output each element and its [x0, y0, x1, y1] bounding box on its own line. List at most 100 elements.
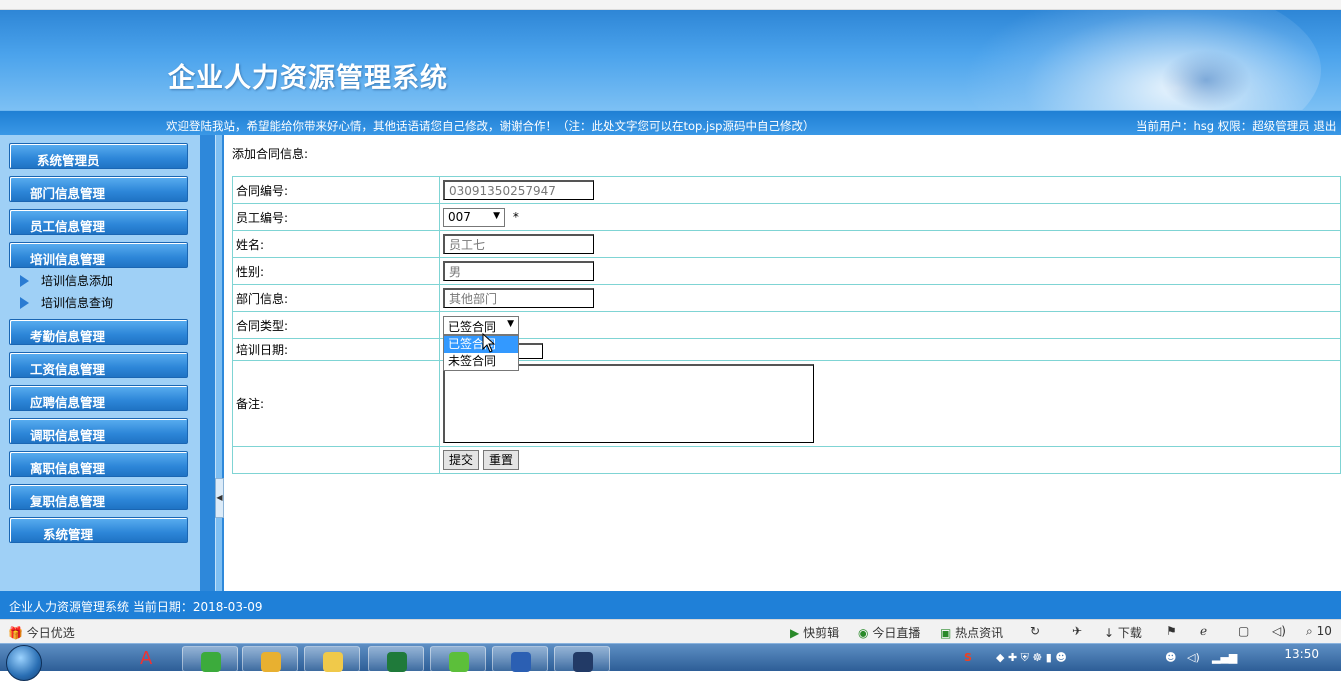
- volume-icon[interactable]: ◁): [1187, 651, 1200, 664]
- menu-recruitment[interactable]: 应聘信息管理: [9, 385, 188, 411]
- menu-transfer[interactable]: 调职信息管理: [9, 418, 188, 444]
- app-icon: [573, 652, 593, 672]
- network-icon[interactable]: ▂▄▆: [1212, 651, 1237, 664]
- collapse-arrow-icon[interactable]: ◀: [215, 478, 224, 518]
- menu-label: 部门信息管理: [30, 186, 106, 201]
- play-icon: ▶: [790, 626, 800, 640]
- contract-no-input[interactable]: 03091350257947: [443, 180, 594, 200]
- taskbar-app2[interactable]: [242, 646, 298, 672]
- status-bar: 企业人力资源管理系统 当前日期：2018-03-09: [0, 591, 1341, 619]
- triangle-bullet-icon: [20, 296, 29, 309]
- field-label: 员工编号:: [232, 203, 440, 231]
- start-button[interactable]: [6, 645, 42, 681]
- submenu-training-query[interactable]: 培训信息查询: [20, 294, 113, 311]
- menu-label: 系统管理: [43, 527, 94, 542]
- reset-button[interactable]: 重置: [483, 450, 520, 470]
- bb-label: 下载: [1117, 626, 1142, 640]
- dropdown-option-signed[interactable]: 已签合同: [444, 336, 518, 353]
- page-heading: 添加合同信息:: [232, 147, 309, 161]
- windows-taskbar: A S ◆ ✚ ⛨ ☸ ▮ ☻ ☻ ◁) ▂▄▆ 13:50: [0, 643, 1341, 681]
- browser-icon: [201, 652, 221, 672]
- field-label: 合同类型:: [232, 311, 440, 339]
- sogou-icon[interactable]: S: [964, 651, 972, 664]
- live-icon: ◉: [858, 626, 869, 640]
- field-cell: 男: [439, 257, 1341, 285]
- live-button[interactable]: ◉ 今日直播: [858, 624, 920, 641]
- main-content: 添加合同信息: 合同编号: 03091350257947 员工编号: 007 ▼ …: [224, 135, 1341, 591]
- menu-department[interactable]: 部门信息管理: [9, 176, 188, 202]
- search-icon: ⌕: [1306, 624, 1313, 638]
- download-button[interactable]: ↓ 下载: [1104, 624, 1142, 641]
- menu-label: 应聘信息管理: [30, 395, 106, 410]
- news-button[interactable]: ▣ 热点资讯: [940, 624, 1003, 641]
- sidebar: 系统管理员 部门信息管理 员工信息管理 培训信息管理 培训信息添加 培训信息查询…: [0, 135, 200, 591]
- dropdown-option-unsigned[interactable]: 未签合同: [444, 353, 518, 370]
- triangle-bullet-icon: [20, 274, 29, 287]
- menu-employee[interactable]: 员工信息管理: [9, 209, 188, 235]
- status-text: 企业人力资源管理系统 当前日期：2018-03-09: [9, 600, 263, 614]
- zoom-control[interactable]: ⌕ 10: [1306, 624, 1332, 639]
- browser-status-bar: 🎁 今日优选 ▶ 快剪辑 ◉ 今日直播 ▣ 热点资讯 ↻ ✈ ↓ 下载 ⚑ ℯ …: [0, 619, 1341, 643]
- quick-edit-button[interactable]: ▶ 快剪辑: [790, 624, 839, 641]
- zoom-value: 10: [1316, 624, 1332, 638]
- department-input[interactable]: 其他部门: [443, 288, 594, 308]
- refresh-icon[interactable]: ↻: [1030, 624, 1040, 638]
- excel-icon: [387, 652, 407, 672]
- field-label: 合同编号:: [232, 176, 440, 204]
- clock[interactable]: 13:50: [1284, 647, 1319, 661]
- word-icon: [511, 652, 531, 672]
- app-a-icon[interactable]: A: [140, 648, 152, 669]
- download-icon: ↓: [1104, 626, 1115, 640]
- today-picks-link[interactable]: 🎁 今日优选: [8, 624, 75, 641]
- field-label: 性别:: [232, 257, 440, 285]
- menu-system-admin[interactable]: 系统管理员: [9, 143, 188, 169]
- form-row-training-date: 培训日期:: [232, 338, 1341, 361]
- banner-decoration: [961, 10, 1321, 110]
- menu-reinstatement[interactable]: 复职信息管理: [9, 484, 188, 510]
- taskbar-browser[interactable]: [182, 646, 238, 672]
- field-cell: [439, 338, 1341, 361]
- submenu-training-add[interactable]: 培训信息添加: [20, 272, 113, 289]
- taskbar-excel[interactable]: [368, 646, 424, 672]
- menu-training[interactable]: 培训信息管理: [9, 242, 188, 268]
- menu-system-manage[interactable]: 系统管理: [9, 517, 188, 543]
- field-label: 姓名:: [232, 230, 440, 258]
- app-title: 企业人力资源管理系统: [168, 63, 448, 94]
- divider-track: [215, 135, 222, 591]
- submenu-label: 培训信息添加: [41, 274, 114, 288]
- ie-icon[interactable]: ℯ: [1200, 624, 1207, 638]
- flag-icon[interactable]: ⚑: [1166, 624, 1177, 638]
- form-row-contract-no: 合同编号: 03091350257947: [232, 176, 1341, 204]
- menu-salary[interactable]: 工资信息管理: [9, 352, 188, 378]
- submit-button[interactable]: 提交: [443, 450, 480, 470]
- current-user-info: 当前用户：hsg 权限：超级管理员 退出: [1136, 119, 1337, 133]
- remark-textarea[interactable]: [443, 364, 814, 443]
- banner-decoration-eye: [1161, 50, 1251, 110]
- field-cell: [439, 360, 1341, 447]
- taskbar-app5[interactable]: [430, 646, 486, 672]
- taskbar-word[interactable]: [492, 646, 548, 672]
- contract-form-table: 合同编号: 03091350257947 员工编号: 007 ▼ * 姓名: 员工…: [232, 176, 1341, 474]
- field-label: 培训日期:: [232, 338, 440, 361]
- taskbar-app7[interactable]: [554, 646, 610, 672]
- marquee-text: 欢迎登陆我站，希望能给你带来好心情，其他话语请您自己修改，谢谢合作！（注：此处文…: [166, 119, 815, 133]
- header-banner: 企业人力资源管理系统: [0, 10, 1341, 110]
- tray-icons[interactable]: ◆ ✚ ⛨ ☸ ▮ ☻: [996, 651, 1067, 665]
- contract-type-select[interactable]: 已签合同 ▼: [443, 315, 519, 335]
- volume-icon[interactable]: ◁): [1272, 624, 1286, 638]
- menu-label: 复职信息管理: [30, 494, 106, 509]
- taskbar-explorer[interactable]: [304, 646, 360, 672]
- menu-attendance[interactable]: 考勤信息管理: [9, 319, 188, 345]
- folder-icon: [323, 652, 343, 672]
- gender-input[interactable]: 男: [443, 261, 594, 281]
- employee-no-select[interactable]: 007 ▼: [443, 207, 505, 227]
- app-icon: [449, 652, 469, 672]
- bb-label: 快剪辑: [803, 626, 840, 640]
- top-window-strip: [0, 0, 1341, 10]
- window-icon[interactable]: ▢: [1238, 624, 1249, 638]
- name-input[interactable]: 员工七: [443, 234, 594, 254]
- menu-resignation[interactable]: 离职信息管理: [9, 451, 188, 477]
- form-row-contract-type: 合同类型: 已签合同 ▼: [232, 311, 1341, 339]
- pin-icon[interactable]: ✈: [1072, 624, 1082, 638]
- qq-icon[interactable]: ☻: [1165, 651, 1176, 664]
